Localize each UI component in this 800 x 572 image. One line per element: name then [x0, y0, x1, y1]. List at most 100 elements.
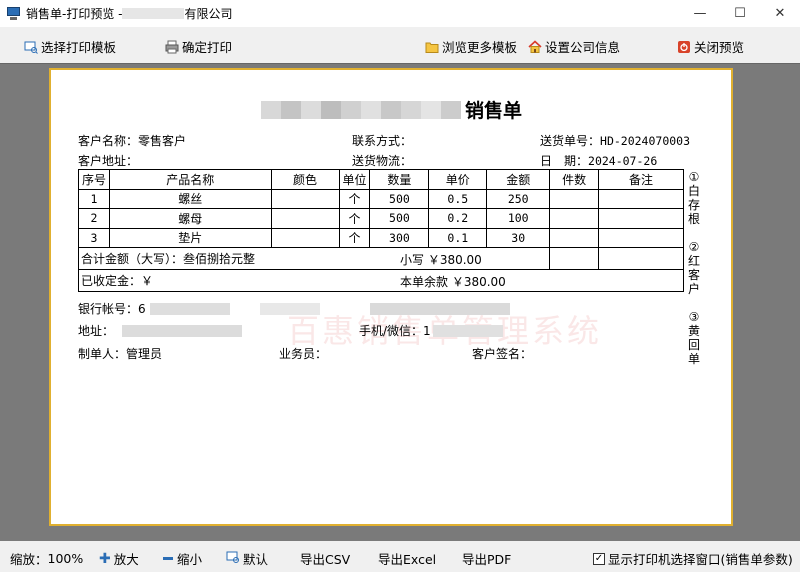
zoom-value: 100% [47, 551, 84, 566]
table-header-row: 序号 产品名称 颜色 单位 数量 单价 金额 件数 备注 [78, 169, 684, 190]
table-row: 2 螺母 个 500 0.2 100 [78, 208, 684, 229]
customer-name-row: 客户名称：零售客户 [78, 132, 186, 149]
document-title: 销售单 [261, 96, 522, 123]
cell-no: 2 [78, 208, 110, 229]
close-preview-button[interactable]: 关闭预览 [677, 37, 744, 56]
cell-note [598, 208, 684, 229]
bank-account-row: 银行帐号：6 [78, 300, 510, 317]
cell-unit: 个 [338, 227, 371, 248]
redacted-company-name [122, 8, 185, 19]
date-label: 日 期： [540, 154, 589, 168]
side-note-white: ①白存根 [687, 170, 700, 226]
cell-no: 1 [78, 188, 110, 209]
redacted-company-title [261, 100, 461, 119]
confirm-print-label: 确定打印 [182, 40, 233, 55]
redacted-phone [432, 324, 503, 337]
column-header: 单位 [338, 169, 371, 190]
toolbar: 选择打印模板 确定打印 浏览更多模板 设置公司信息 关闭预览 [0, 27, 800, 63]
bank-account-label: 银行帐号：6 [78, 302, 146, 316]
zoom-indicator: 缩放： 100% [10, 549, 83, 568]
table-row: 3 垫片 个 300 0.1 30 [78, 227, 684, 248]
column-header: 备注 [598, 169, 684, 190]
total-row: 合计金额（大写）：叁佰捌拾元整 小写 ￥380.00 [77, 247, 684, 270]
delivery-no-value: HD-2024070003 [600, 134, 691, 148]
address-label: 地址： [78, 324, 115, 338]
column-header: 数量 [369, 169, 430, 190]
cell-amount: 30 [486, 227, 551, 248]
balance-amount: 本单余款 ￥380.00 [400, 275, 506, 289]
close-button[interactable]: ✕ [760, 0, 800, 27]
cell-amount: 250 [486, 188, 551, 209]
cell-no: 3 [78, 227, 110, 248]
received-cell: 已收定金：￥ 本单余款 ￥380.00 [78, 269, 684, 292]
printer-icon [165, 40, 179, 54]
export-csv-button[interactable]: 导出CSV [300, 549, 350, 568]
column-header: 金额 [486, 169, 551, 190]
cell-price: 0.5 [428, 188, 488, 209]
column-header: 颜色 [270, 169, 340, 190]
date-value: 2024-07-26 [588, 154, 658, 168]
select-template-button[interactable]: 选择打印模板 [24, 37, 116, 56]
redacted-bank-info [259, 302, 320, 315]
cell-qty: 300 [369, 227, 430, 248]
received-row: 已收定金：￥ 本单余款 ￥380.00 [78, 269, 684, 292]
browse-templates-button[interactable]: 浏览更多模板 [425, 37, 517, 56]
cell-pieces [549, 188, 600, 209]
power-icon [677, 40, 691, 54]
delivery-no-label: 送货单号： [540, 134, 601, 148]
cell-unit: 个 [338, 208, 371, 229]
window-title-suffix: 有限公司 [184, 7, 233, 21]
sales-table: 序号 产品名称 颜色 单位 数量 单价 金额 件数 备注 1 螺丝 个 500 … [77, 169, 684, 292]
show-printer-dialog-option[interactable]: ✓ 显示打印机选择窗口(销售单参数) [593, 549, 793, 568]
window-titlebar: 销售单-打印预览 - 有限公司 — ☐ ✕ [0, 0, 800, 27]
maximize-button[interactable]: ☐ [720, 0, 760, 27]
select-template-label: 选择打印模板 [41, 40, 117, 55]
column-header: 产品名称 [108, 169, 272, 190]
cell-color [270, 208, 340, 229]
customer-name-label: 客户名称： [78, 134, 139, 148]
app-icon [7, 7, 20, 20]
zoom-in-button[interactable]: ✚ 放大 [99, 549, 139, 568]
show-printer-dialog-checkbox[interactable]: ✓ [593, 552, 605, 565]
cell-color [270, 227, 340, 248]
home-icon [528, 39, 542, 54]
column-header: 单价 [428, 169, 488, 190]
default-zoom-button[interactable]: 默认 [226, 549, 268, 568]
cell-unit: 个 [338, 188, 371, 209]
print-preview-area[interactable]: 百惠销售单管理系统 销售单 客户名称：零售客户 联系方式： 送货单号：HD-20… [0, 63, 800, 541]
contact-label: 联系方式： [352, 134, 413, 148]
document-title-text: 销售单 [465, 100, 523, 122]
window-title: 销售单-打印预览 - 有限公司 [26, 5, 233, 22]
phone-row: 手机/微信：1 [359, 322, 503, 339]
cell-price: 0.2 [428, 208, 488, 229]
company-info-button[interactable]: 设置公司信息 [528, 37, 620, 56]
cell-product: 螺母 [108, 208, 272, 229]
logistics-label: 送货物流： [352, 154, 413, 168]
zoom-in-label: 放大 [113, 552, 139, 567]
cell-color [270, 188, 340, 209]
browse-templates-label: 浏览更多模板 [442, 40, 518, 55]
maker-label: 制单人： [78, 347, 127, 361]
plus-icon: ✚ [99, 550, 111, 567]
zoom-label: 缩放： [10, 552, 48, 567]
zoom-out-button[interactable]: 缩小 [163, 549, 202, 568]
column-header: 件数 [549, 169, 600, 190]
window-title-prefix: 销售单-打印预览 - [26, 7, 123, 21]
received-deposit: 已收定金：￥ [81, 274, 154, 288]
folder-icon [425, 40, 439, 54]
cell-product: 螺丝 [108, 188, 272, 209]
phone-label: 手机/微信：1 [359, 324, 431, 338]
template-icon [24, 40, 38, 54]
preview-page: 百惠销售单管理系统 销售单 客户名称：零售客户 联系方式： 送货单号：HD-20… [49, 68, 733, 526]
export-pdf-button[interactable]: 导出PDF [462, 549, 511, 568]
total-cell: 合计金额（大写）：叁佰捌拾元整 小写 ￥380.00 [77, 247, 551, 270]
salesman-label: 业务员： [279, 347, 328, 361]
table-row: 1 螺丝 个 500 0.5 250 [78, 188, 684, 209]
cell-product: 垫片 [108, 227, 272, 248]
minimize-button[interactable]: — [680, 0, 720, 27]
confirm-print-button[interactable]: 确定打印 [165, 37, 232, 56]
export-excel-button[interactable]: 导出Excel [378, 549, 436, 568]
cell-note-total [598, 247, 684, 270]
date-row: 日 期：2024-07-26 [540, 152, 657, 169]
address-row: 地址： [78, 322, 243, 339]
